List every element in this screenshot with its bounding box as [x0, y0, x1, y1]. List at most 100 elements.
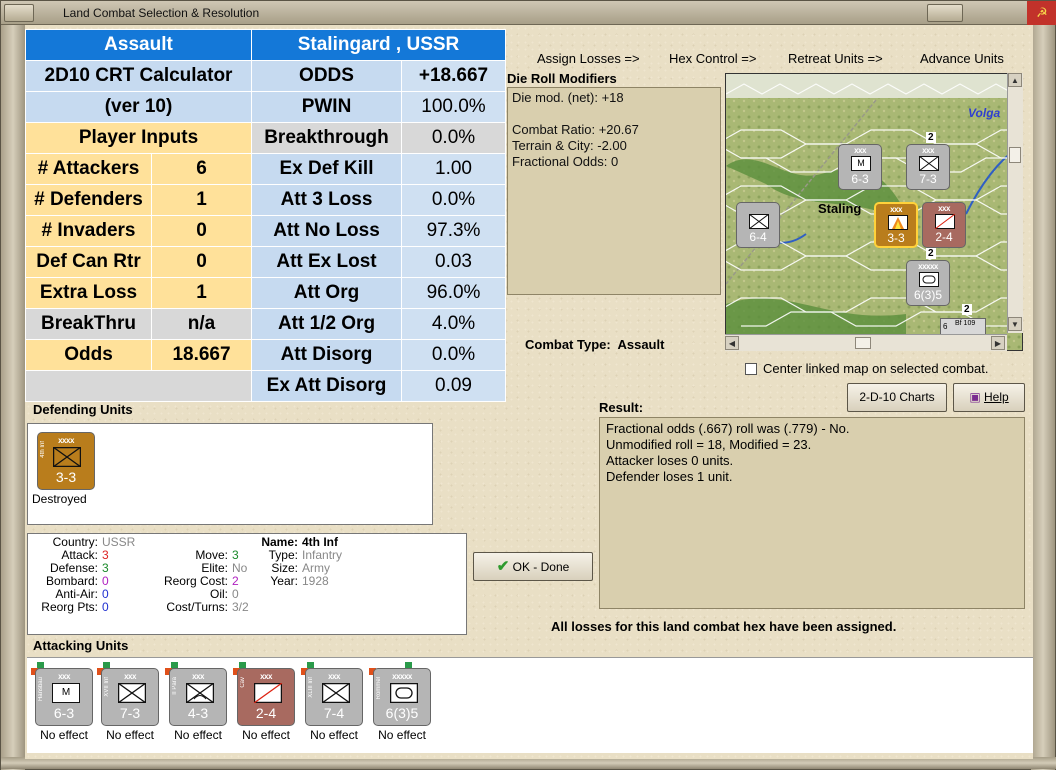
frame-right: [1031, 25, 1055, 770]
attacker-unit[interactable]: xxx Hansbau M 6-3: [35, 668, 93, 726]
stack-badge: 2: [962, 304, 972, 315]
unit-effect: No effect: [106, 728, 154, 742]
advance-units-link[interactable]: Advance Units: [920, 51, 1004, 66]
output-label: Att 1/2 Org: [251, 308, 402, 340]
map-unit[interactable]: 6-4: [736, 202, 780, 248]
explosion-icon: [888, 215, 908, 230]
output-value: 97.3%: [401, 215, 506, 247]
infantry-symbol-icon: [919, 156, 939, 171]
city-label: Staling: [818, 201, 862, 216]
charts-button[interactable]: 2-D-10 Charts: [847, 383, 947, 412]
empty-cell: [25, 370, 252, 402]
ok-done-button[interactable]: ✔ OK - Done: [473, 552, 593, 581]
output-label: Att No Loss: [251, 215, 402, 247]
output-value: 0.0%: [401, 339, 506, 371]
losses-assigned-message: All losses for this land combat hex have…: [551, 619, 897, 634]
unit-effect: No effect: [40, 728, 88, 742]
attacker-unit[interactable]: xxx II Para 4-3: [169, 668, 227, 726]
output-value: 0.0%: [401, 122, 506, 154]
attacker-unit[interactable]: xxxxx Rommel 6(3)5: [373, 668, 431, 726]
input-value[interactable]: 6: [151, 153, 252, 185]
system-menu-button[interactable]: [4, 4, 34, 22]
output-value: 0.03: [401, 246, 506, 278]
output-value: 4.0%: [401, 308, 506, 340]
input-value[interactable]: 1: [151, 277, 252, 309]
combat-type-label: Combat Type: Assault: [525, 337, 665, 352]
attacker-unit[interactable]: xxx XVII Inf 7-3: [101, 668, 159, 726]
attacker-unit[interactable]: xxx Cav 2-4: [237, 668, 295, 726]
scroll-left-icon[interactable]: ◀: [725, 336, 739, 350]
result-box: Fractional odds (.667) roll was (.779) -…: [599, 417, 1025, 609]
assign-losses-link[interactable]: Assign Losses =>: [537, 51, 640, 66]
calc-title: 2D10 CRT Calculator: [25, 60, 252, 92]
output-value: 100.0%: [401, 91, 506, 123]
map-unit[interactable]: xxx M 6-3: [838, 144, 882, 190]
output-label: Att Disorg: [251, 339, 402, 371]
scroll-right-icon[interactable]: ▶: [991, 336, 1005, 350]
cavalry-symbol-icon: [935, 214, 955, 229]
input-value[interactable]: 0: [151, 246, 252, 278]
scroll-thumb[interactable]: [855, 337, 871, 349]
stack-badge: 2: [926, 248, 936, 259]
attacker-unit[interactable]: xxx XLIII Inf 7-4: [305, 668, 363, 726]
hex-control-link[interactable]: Hex Control =>: [669, 51, 756, 66]
output-label: ODDS: [251, 60, 402, 92]
result-line: Defender loses 1 unit.: [606, 469, 733, 484]
linked-map[interactable]: Volga Staling xxx M 6-3 xxx 7-3 6-4 xxx …: [725, 73, 1023, 351]
scroll-down-icon[interactable]: ▼: [1008, 317, 1022, 331]
result-line: Unmodified roll = 18, Modified = 23.: [606, 437, 812, 452]
unit-effect: No effect: [242, 728, 290, 742]
die-roll-line: Die mod. (net): +18: [512, 90, 624, 105]
mechanized-symbol-icon: M: [851, 156, 871, 171]
defending-units-list: xxxx 4th Inf 3-3 Destroyed: [27, 423, 433, 525]
window-title: Land Combat Selection & Resolution: [63, 6, 260, 20]
map-vertical-scrollbar[interactable]: ▲ ▼: [1007, 73, 1023, 333]
checkbox-icon[interactable]: [745, 363, 757, 375]
crt-calculator-table: Assault Stalingard , USSR 2D10 CRT Calcu…: [25, 29, 506, 402]
input-label: BreakThru: [25, 308, 152, 340]
scroll-thumb[interactable]: [1009, 147, 1021, 163]
player-inputs-header: Player Inputs: [25, 122, 252, 154]
output-value: 0.09: [401, 370, 506, 402]
calc-version: (ver 10): [25, 91, 252, 123]
map-horizontal-scrollbar[interactable]: ◀ ▶: [725, 334, 1007, 351]
close-icon[interactable]: ☭: [1027, 1, 1056, 25]
info-year: 1928: [302, 574, 329, 588]
unit-effect: No effect: [174, 728, 222, 742]
retreat-units-link[interactable]: Retreat Units =>: [788, 51, 883, 66]
infantry-symbol-icon: [749, 214, 769, 229]
result-title: Result:: [599, 400, 644, 415]
paratrooper-symbol-icon: [186, 683, 214, 703]
armor-symbol-icon: [919, 272, 939, 287]
map-unit[interactable]: xxx 7-3: [906, 144, 950, 190]
map-unit-selected[interactable]: xxx 3-3: [874, 202, 918, 248]
input-value[interactable]: 1: [151, 184, 252, 216]
scroll-up-icon[interactable]: ▲: [1008, 73, 1022, 87]
help-book-icon: ▣: [969, 390, 981, 404]
input-label: # Defenders: [25, 184, 152, 216]
defender-unit[interactable]: xxxx 4th Inf 3-3: [37, 432, 95, 490]
mechanized-symbol-icon: M: [52, 683, 80, 703]
combat-steps-menu: Assign Losses => Hex Control => Retreat …: [505, 49, 1033, 69]
die-roll-line: Combat Ratio: +20.67: [512, 122, 639, 137]
input-label: # Invaders: [25, 215, 152, 247]
combat-type-value: Assault: [617, 337, 665, 352]
map-unit[interactable]: xxxxx 6(3)5: [906, 260, 950, 306]
die-roll-line: Terrain & City: -2.00: [512, 138, 627, 153]
output-label: Breakthrough: [251, 122, 402, 154]
assault-header: Assault: [25, 29, 252, 61]
restore-button[interactable]: [927, 4, 963, 22]
center-map-checkbox[interactable]: Center linked map on selected combat.: [745, 361, 988, 376]
output-value: 0.0%: [401, 184, 506, 216]
output-value: 1.00: [401, 153, 506, 185]
stack-badge: 2: [926, 132, 936, 143]
defender-status: Destroyed: [32, 492, 87, 506]
armor-symbol-icon: [390, 683, 418, 703]
input-label: Extra Loss: [25, 277, 152, 309]
defending-units-title: Defending Units: [33, 402, 133, 417]
help-button[interactable]: ▣ Help: [953, 383, 1025, 412]
frame-left: [1, 25, 25, 770]
map-unit[interactable]: xxx 2-4: [922, 202, 966, 248]
input-value[interactable]: 0: [151, 215, 252, 247]
die-roll-box: Die mod. (net): +18 Combat Ratio: +20.67…: [507, 87, 721, 295]
